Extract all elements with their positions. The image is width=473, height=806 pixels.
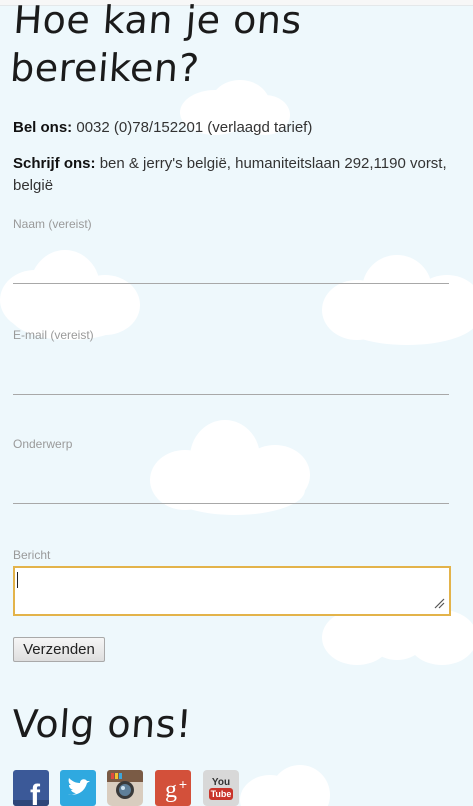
twitter-icon[interactable] — [60, 770, 96, 806]
message-label: Bericht — [13, 548, 51, 562]
follow-heading: Volg ons! — [10, 702, 194, 746]
resize-grip-icon[interactable] — [433, 597, 445, 609]
message-textarea[interactable] — [13, 566, 451, 616]
phone-info: Bel ons: 0032 (0)78/152201 (verlaagd tar… — [13, 117, 453, 139]
address-label: Schrijf ons: — [13, 155, 96, 172]
svg-text:f: f — [30, 779, 41, 806]
phone-number: 0032 (0)78/152201 (verlaagd tarief) — [76, 119, 313, 136]
email-field[interactable] — [13, 366, 449, 395]
email-label: E-mail (vereist) — [13, 328, 94, 342]
phone-label: Bel ons: — [13, 119, 73, 136]
svg-text:+: + — [179, 776, 187, 792]
name-label: Naam (vereist) — [13, 217, 92, 231]
youtube-icon[interactable]: You Tube — [203, 770, 239, 806]
text-caret — [17, 572, 18, 588]
svg-text:g: g — [165, 777, 177, 803]
subject-label: Onderwerp — [13, 437, 73, 451]
svg-text:You: You — [212, 777, 230, 788]
instagram-icon[interactable] — [107, 770, 143, 806]
google-plus-icon[interactable]: g + — [155, 770, 191, 806]
facebook-icon[interactable]: f — [13, 770, 49, 806]
svg-text:Tube: Tube — [211, 789, 232, 799]
subject-field[interactable] — [13, 475, 449, 504]
submit-button[interactable]: Verzenden — [13, 637, 105, 662]
name-field[interactable] — [13, 255, 449, 284]
contact-heading: Hoe kan je ons bereiken? — [8, 0, 304, 90]
address-info: Schrijf ons: ben & jerry's belgië, human… — [13, 153, 453, 197]
